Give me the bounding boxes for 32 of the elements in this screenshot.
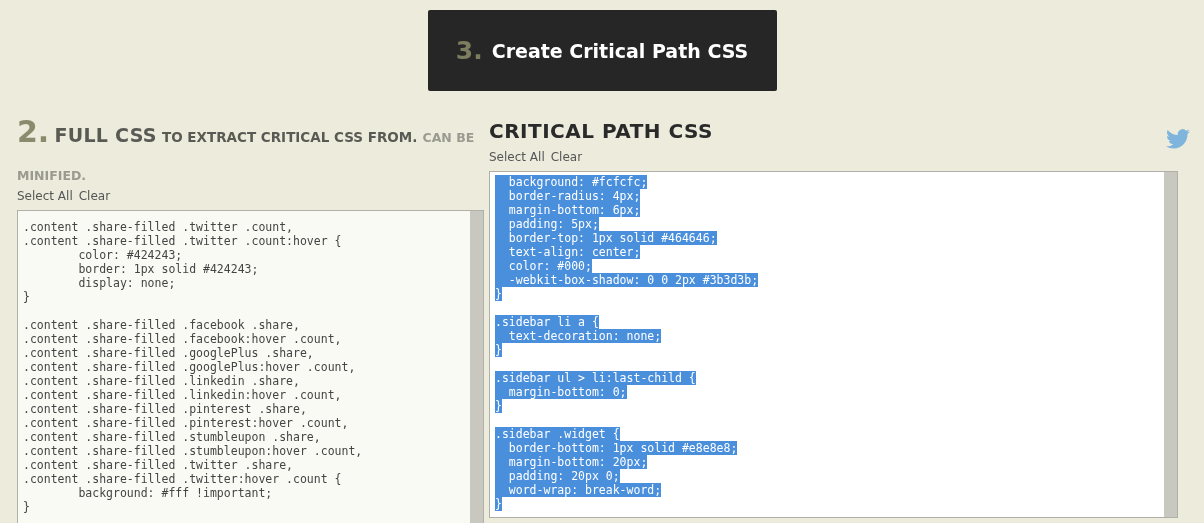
code-line: .content .share-filled .twitter:hover .count { xyxy=(23,472,342,486)
code-line: background: #fff !important; xyxy=(77,486,273,500)
scrollbar[interactable] xyxy=(470,211,483,523)
code-line: .content .share-filled .pinterest .share, xyxy=(23,402,307,416)
code-line: .content .share-filled .twitter .count, xyxy=(23,220,294,234)
code-line: .content .share-filled .pinterest:hover .count, xyxy=(23,416,349,430)
code-line: .content .share-filled .twitter .share, xyxy=(23,458,294,472)
code-line: .content .share-filled .stumbleupon .share, xyxy=(23,430,321,444)
code-line: border: 1px solid #424243; xyxy=(77,262,259,276)
section-heading: 2. FULL CSS TO EXTRACT CRITICAL CSS FROM. CAN BE MINIFIED. xyxy=(17,113,476,185)
code-line: .content .share-filled .linkedin .share, xyxy=(23,374,300,388)
code-line: .content .share-filled .googlePlus .share, xyxy=(23,346,314,360)
code-line: .content .share-filled .facebook:hover .count, xyxy=(23,332,342,346)
select-all-link[interactable]: Select All xyxy=(489,150,545,164)
code-line: } xyxy=(23,290,30,304)
create-critical-css-button[interactable]: 3. Create Critical Path CSS xyxy=(427,10,777,91)
clear-link[interactable]: Clear xyxy=(78,189,111,203)
code-line: display: none; xyxy=(77,276,176,290)
critical-css-textarea[interactable] xyxy=(489,171,1178,518)
code-line: } xyxy=(23,500,30,514)
code-line: .content .share-filled .stumbleupon:hover .count, xyxy=(23,444,363,458)
code-line: .content .share-filled .googlePlus:hover .count, xyxy=(23,360,356,374)
code-line: color: #424243; xyxy=(77,248,183,262)
code-line: .content .share-filled .twitter .count:hover { xyxy=(23,234,342,248)
clear-link[interactable]: Clear xyxy=(550,150,583,164)
twitter-bird-icon[interactable] xyxy=(1166,129,1190,149)
code-line: .content .share-filled .linkedin:hover .count, xyxy=(23,388,342,402)
section-title: CRITICAL PATH CSS xyxy=(489,118,715,142)
full-css-textarea[interactable] xyxy=(17,210,484,523)
scrollbar[interactable] xyxy=(1164,172,1177,517)
code-line: .content .share-filled .facebook .share, xyxy=(23,318,300,332)
select-all-link[interactable]: Select All xyxy=(17,189,73,203)
